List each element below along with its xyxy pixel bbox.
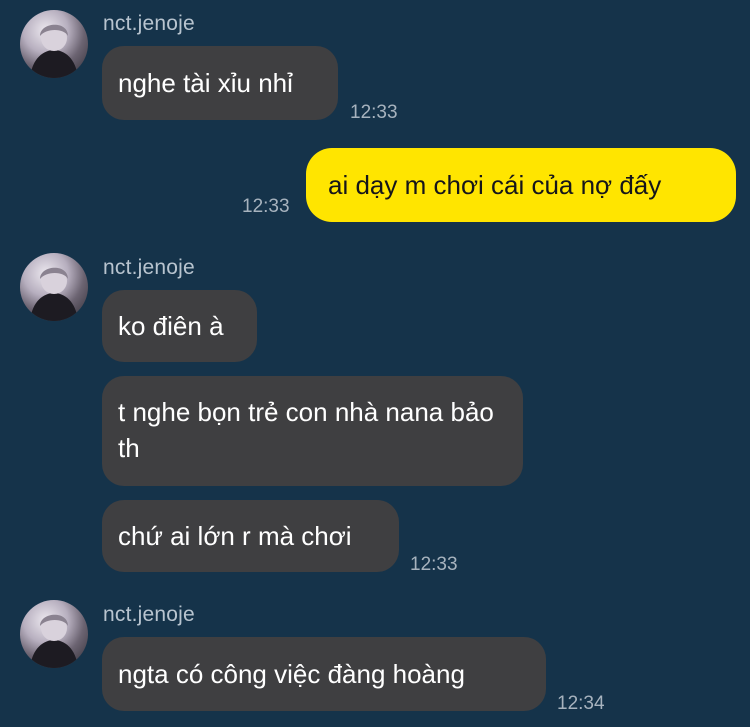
avatar[interactable]	[20, 10, 88, 78]
message-bubble-incoming[interactable]: ngta có công việc đàng hoàng	[102, 637, 546, 711]
message-time: 12:33	[350, 102, 398, 123]
message-bubble-incoming[interactable]: nghe tài xỉu nhỉ	[102, 46, 338, 120]
message-bubble-outgoing[interactable]: ai dạy m chơi cái của nợ đấy	[306, 148, 736, 222]
avatar-photo-icon	[30, 614, 78, 668]
message-time: 12:33	[242, 196, 290, 217]
sender-name: nct.jenoje	[103, 12, 195, 35]
avatar-photo-icon	[30, 24, 78, 78]
avatar-photo-icon	[30, 267, 78, 321]
avatar[interactable]	[20, 253, 88, 321]
message-bubble-incoming[interactable]: chứ ai lớn r mà chơi	[102, 500, 399, 572]
message-bubble-incoming[interactable]: ko điên à	[102, 290, 257, 362]
sender-name: nct.jenoje	[103, 256, 195, 279]
message-time: 12:34	[557, 693, 605, 714]
sender-name: nct.jenoje	[103, 603, 195, 626]
avatar[interactable]	[20, 600, 88, 668]
message-time: 12:33	[410, 554, 458, 575]
message-bubble-incoming[interactable]: t nghe bọn trẻ con nhà nana bảo th	[102, 376, 523, 486]
